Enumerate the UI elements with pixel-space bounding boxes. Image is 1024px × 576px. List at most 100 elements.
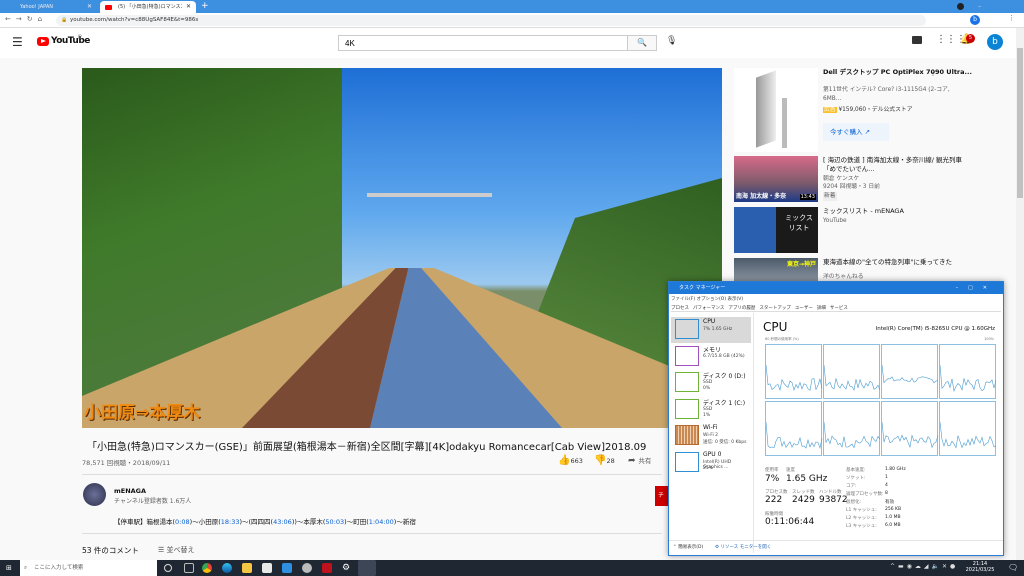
sort-comments-button[interactable]: ☰ 並べ替え [158, 545, 195, 555]
tab-strip: プロセス パフォーマンス アプリの履歴 スタートアップ ユーザー 詳細 サービス [671, 305, 1001, 312]
windows-start-icon[interactable]: ⊞ [6, 564, 12, 572]
chrome-icon[interactable] [202, 563, 212, 573]
settings-gear-icon[interactable]: ⚙ [342, 563, 352, 573]
perf-side-item[interactable]: ディスク 1 (C:) SSD 1% [671, 397, 751, 423]
task-manager-taskbar-button[interactable] [358, 560, 376, 576]
clock[interactable]: 21:14 2021/03/25 [960, 561, 1000, 573]
spec-value: 8 [885, 491, 888, 496]
edge-icon[interactable] [222, 563, 232, 573]
sidebar-ad[interactable]: Dell デスクトップ PC OptiPlex 7090 Ultra... ⋮ … [734, 68, 1010, 153]
menu-options[interactable]: オプション(O) [697, 297, 727, 302]
mail-icon[interactable] [282, 563, 292, 573]
dislike-count: 28 [606, 457, 615, 465]
tab-youtube[interactable]: (5) 「小田急(特急)ロマンスカー(GSE)」 ✕ [100, 1, 196, 13]
perf-side-item[interactable]: CPU 7% 1.65 GHz [671, 317, 751, 343]
youtube-logo-icon[interactable] [37, 37, 49, 46]
mini-graph [675, 451, 699, 472]
clock-date: 2021/03/25 [965, 567, 995, 573]
app-icon[interactable] [322, 563, 332, 573]
file-explorer-icon[interactable] [242, 563, 252, 573]
spec-value: 1.80 GHz [885, 467, 906, 472]
thumbs-down-icon: 👎 [594, 455, 607, 466]
side-item-detail: 6.7/15.8 GB (42%) [703, 353, 745, 359]
channel-avatar[interactable] [83, 483, 106, 506]
hamburger-icon[interactable]: ☰ [12, 35, 23, 49]
overhead-gantry [367, 193, 492, 197]
resource-monitor-link[interactable]: ⚙ リソース モニターを開く [715, 544, 771, 550]
store-icon[interactable] [262, 563, 272, 573]
sidebar-mix[interactable]: ミックスリスト ミックスリスト - mENAGA YouTube [734, 207, 1010, 255]
channel-name[interactable]: mENAGA [114, 487, 146, 495]
side-item-detail: SSD [703, 406, 713, 412]
tm-tab[interactable]: サービス [830, 306, 848, 311]
subscribe-button[interactable]: チ [655, 486, 668, 506]
task-manager-titlebar[interactable]: タスク マネージャー –□✕ [669, 282, 1003, 294]
profile-avatar[interactable]: b [970, 15, 980, 25]
close-icon[interactable]: ✕ [186, 1, 191, 13]
tm-tab[interactable]: アプリの履歴 [728, 306, 755, 311]
perf-side-item[interactable]: ディスク 0 (D:) SSD 0% [671, 370, 751, 396]
more-options-icon[interactable]: ⋮ [929, 68, 937, 77]
divider [669, 540, 1003, 541]
tm-tab[interactable]: スタートアップ [759, 306, 791, 311]
close-icon[interactable]: ✕ [87, 1, 92, 13]
nav-buttons[interactable]: ←→↻⌂ [5, 15, 47, 23]
perf-side-item[interactable]: メモリ 6.7/15.8 GB (42%) [671, 344, 751, 370]
tm-tab[interactable]: 詳細 [817, 306, 826, 311]
cortana-icon[interactable] [164, 564, 172, 572]
sidebar-video[interactable]: 南海 加太線・多奈 13:43 [ 海辺の鉄道 ] 南海加太線・多奈川線/ 観光列… [734, 156, 1010, 204]
spec-value: 6.0 MB [885, 523, 901, 528]
video-title: 「小田急(特急)ロマンスカー(GSE)」前面展望(箱根湯本－新宿)全区間[字幕]… [87, 442, 647, 453]
mini-graph [675, 345, 699, 366]
sidebar-video[interactable]: 東京→神戸 東海道本線の"全ての特急列車"に乗ってきた 洋のちゃんねる [734, 258, 1010, 281]
taskbar-search-box[interactable]: ⌕ ここに入力して検索 [20, 560, 157, 576]
timestamp-link[interactable]: 50:03 [325, 518, 344, 526]
mix-title: ミックスリスト - mENAGA [823, 207, 904, 215]
new-tab-button[interactable]: + [201, 0, 209, 13]
share-button[interactable]: ➦ 共有 [628, 455, 651, 466]
spec-label: L1 キャッシュ: [846, 508, 877, 513]
url-bar[interactable]: 🔒 youtube.com/watch?v=c88UgSAF84E&t=986s [56, 15, 926, 26]
timestamp-link[interactable]: 1:04:00 [369, 518, 394, 526]
simple-view-button[interactable]: ⌃ 簡易表示(D) [673, 544, 703, 550]
timestamp-link[interactable]: 43:06 [273, 518, 292, 526]
tm-tab[interactable]: プロセス [671, 306, 689, 311]
youtube-logo-text[interactable]: YouTube [51, 36, 90, 46]
page-scrollbar[interactable] [1016, 28, 1024, 560]
perf-side-item[interactable]: Wi-Fi Wi-Fi 2 送信: 0 受信: 0 Kbps [671, 423, 751, 449]
dislike-button[interactable]: 👎28 [594, 455, 615, 466]
share-label: 共有 [638, 457, 652, 465]
menu-view[interactable]: 表示(V) [728, 297, 744, 302]
app-icon[interactable] [302, 563, 312, 573]
spec-label: L2 キャッシュ: [846, 516, 877, 521]
region-label: JP [78, 34, 82, 39]
buy-now-button[interactable]: 今すぐ購入 ↗ [823, 123, 889, 141]
video-player[interactable]: 小田原⇒本厚木 [82, 68, 722, 428]
tab-yahoo[interactable]: Yahoo! JAPAN ✕ [2, 1, 97, 13]
search-button[interactable]: 🔍 [627, 35, 657, 51]
timestamp-link[interactable]: 0:08 [175, 518, 190, 526]
new-badge: 新着 [823, 192, 837, 201]
menu-icon[interactable]: ⋮ [1008, 14, 1015, 22]
graph-max-label: 100% [984, 337, 995, 341]
side-item-name: メモリ [703, 346, 722, 354]
microphone-icon[interactable]: 🎙 [666, 36, 677, 46]
tm-tab[interactable]: ユーザー [795, 306, 813, 311]
process-value: 222 [765, 495, 783, 505]
tab-label: (5) 「小田急(特急)ロマンスカー(GSE)」 [118, 4, 182, 10]
system-tray-icons[interactable]: ^▬◉☁◢🔈✕● [890, 563, 958, 570]
menu-file[interactable]: ファイル(F) [671, 297, 695, 302]
tm-tab[interactable]: パフォーマンス [693, 306, 724, 311]
task-manager-window[interactable]: タスク マネージャー –□✕ ファイル(F) オプション(O) 表示(V) プロセ… [668, 281, 1004, 556]
notification-center-icon[interactable]: 🗨 [1008, 563, 1018, 572]
perf-side-item[interactable]: GPU 0 Intel(R) UHD Graphics ... 25% [671, 450, 751, 476]
menu-bar: ファイル(F) オプション(O) 表示(V) [671, 296, 743, 302]
search-input[interactable] [338, 35, 628, 51]
timestamp-link[interactable]: 18:33 [221, 518, 240, 526]
create-video-icon[interactable] [912, 36, 922, 44]
account-avatar[interactable]: b [987, 34, 1003, 50]
task-view-icon[interactable] [184, 563, 194, 573]
window-controls[interactable]: –□✕ [956, 282, 997, 294]
like-button[interactable]: 👍663 [558, 455, 583, 466]
window-title: タスク マネージャー [679, 285, 726, 291]
